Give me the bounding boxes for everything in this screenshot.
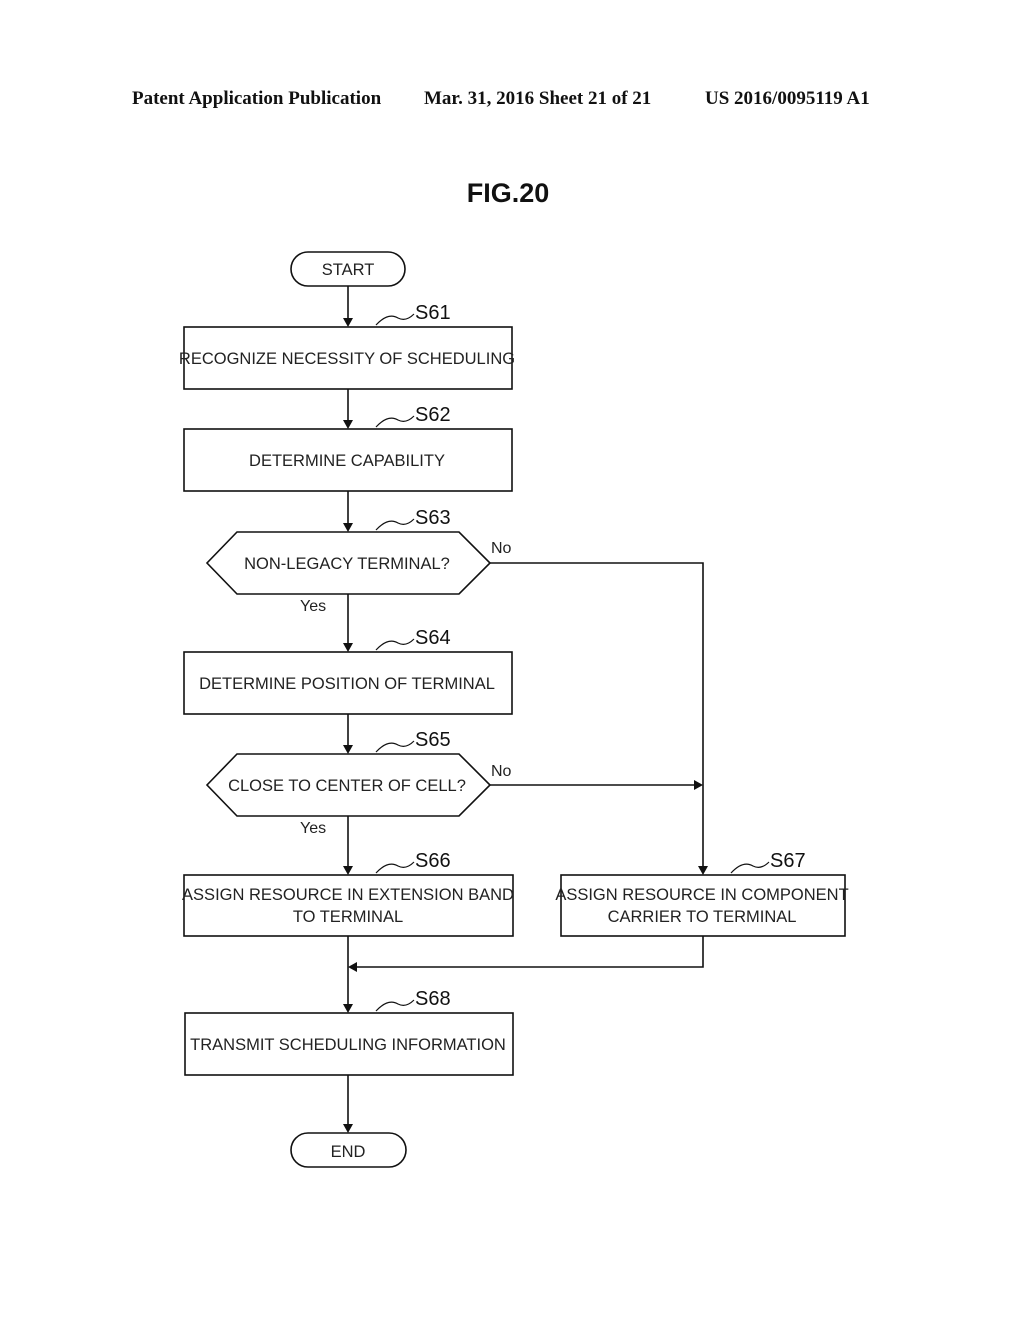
- arrowhead: [343, 745, 353, 754]
- arrowhead: [698, 866, 708, 875]
- process-box-s66: [183, 874, 514, 937]
- process-text-s66-line2: TO TERMINAL: [293, 908, 403, 926]
- branch-yes-s65: Yes: [300, 820, 326, 837]
- process-text-s67-line1: ASSIGN RESOURCE IN COMPONENT: [555, 886, 848, 904]
- branch-no-s63: No: [491, 540, 512, 557]
- branch-no-s65: No: [491, 763, 512, 780]
- end-label: END: [331, 1143, 366, 1161]
- decision-text-s63: NON-LEGACY TERMINAL?: [244, 555, 450, 573]
- decision-text-s65: CLOSE TO CENTER OF CELL?: [228, 777, 466, 795]
- arrowhead: [343, 523, 353, 532]
- arrowhead: [343, 420, 353, 429]
- step-id-s62: S62: [415, 404, 451, 426]
- process-text-s68: TRANSMIT SCHEDULING INFORMATION: [190, 1036, 506, 1054]
- step-id-s65: S65: [415, 729, 451, 751]
- step-id-s68: S68: [415, 988, 451, 1010]
- arrowhead: [343, 643, 353, 652]
- step-leader-s68: [375, 999, 415, 1012]
- connector-s67-merge: [357, 936, 704, 968]
- step-leader-s63: [375, 518, 415, 531]
- step-id-s64: S64: [415, 627, 451, 649]
- connector-s63-no-s67: [490, 562, 704, 866]
- arrowhead: [343, 866, 353, 875]
- arrowhead: [343, 1124, 353, 1133]
- step-leader-s64: [375, 638, 415, 651]
- process-text-s64: DETERMINE POSITION OF TERMINAL: [199, 675, 495, 693]
- arrowhead: [694, 780, 703, 790]
- process-text-s61: RECOGNIZE NECESSITY OF SCHEDULING: [179, 350, 515, 368]
- step-leader-s66: [375, 861, 415, 874]
- process-text-s66-line1: ASSIGN RESOURCE IN EXTENSION BAND: [182, 886, 514, 904]
- process-text-s62: DETERMINE CAPABILITY: [249, 452, 445, 470]
- step-id-s66: S66: [415, 850, 451, 872]
- start-label: START: [322, 261, 375, 279]
- step-leader-s62: [375, 415, 415, 428]
- step-leader-s65: [375, 740, 415, 753]
- step-id-s61: S61: [415, 302, 451, 324]
- arrowhead: [343, 1004, 353, 1013]
- flowchart: START S61 RECOGNIZE NECESSITY OF SCHEDUL…: [179, 251, 849, 1168]
- step-id-s63: S63: [415, 507, 451, 529]
- arrowhead: [343, 318, 353, 327]
- step-id-s67: S67: [770, 850, 806, 872]
- process-text-s67-line2: CARRIER TO TERMINAL: [608, 908, 797, 926]
- step-leader-s61: [375, 313, 415, 326]
- arrowhead: [348, 962, 357, 972]
- step-leader-s67: [730, 861, 770, 874]
- process-box-s67: [560, 874, 846, 937]
- branch-yes-s63: Yes: [300, 598, 326, 615]
